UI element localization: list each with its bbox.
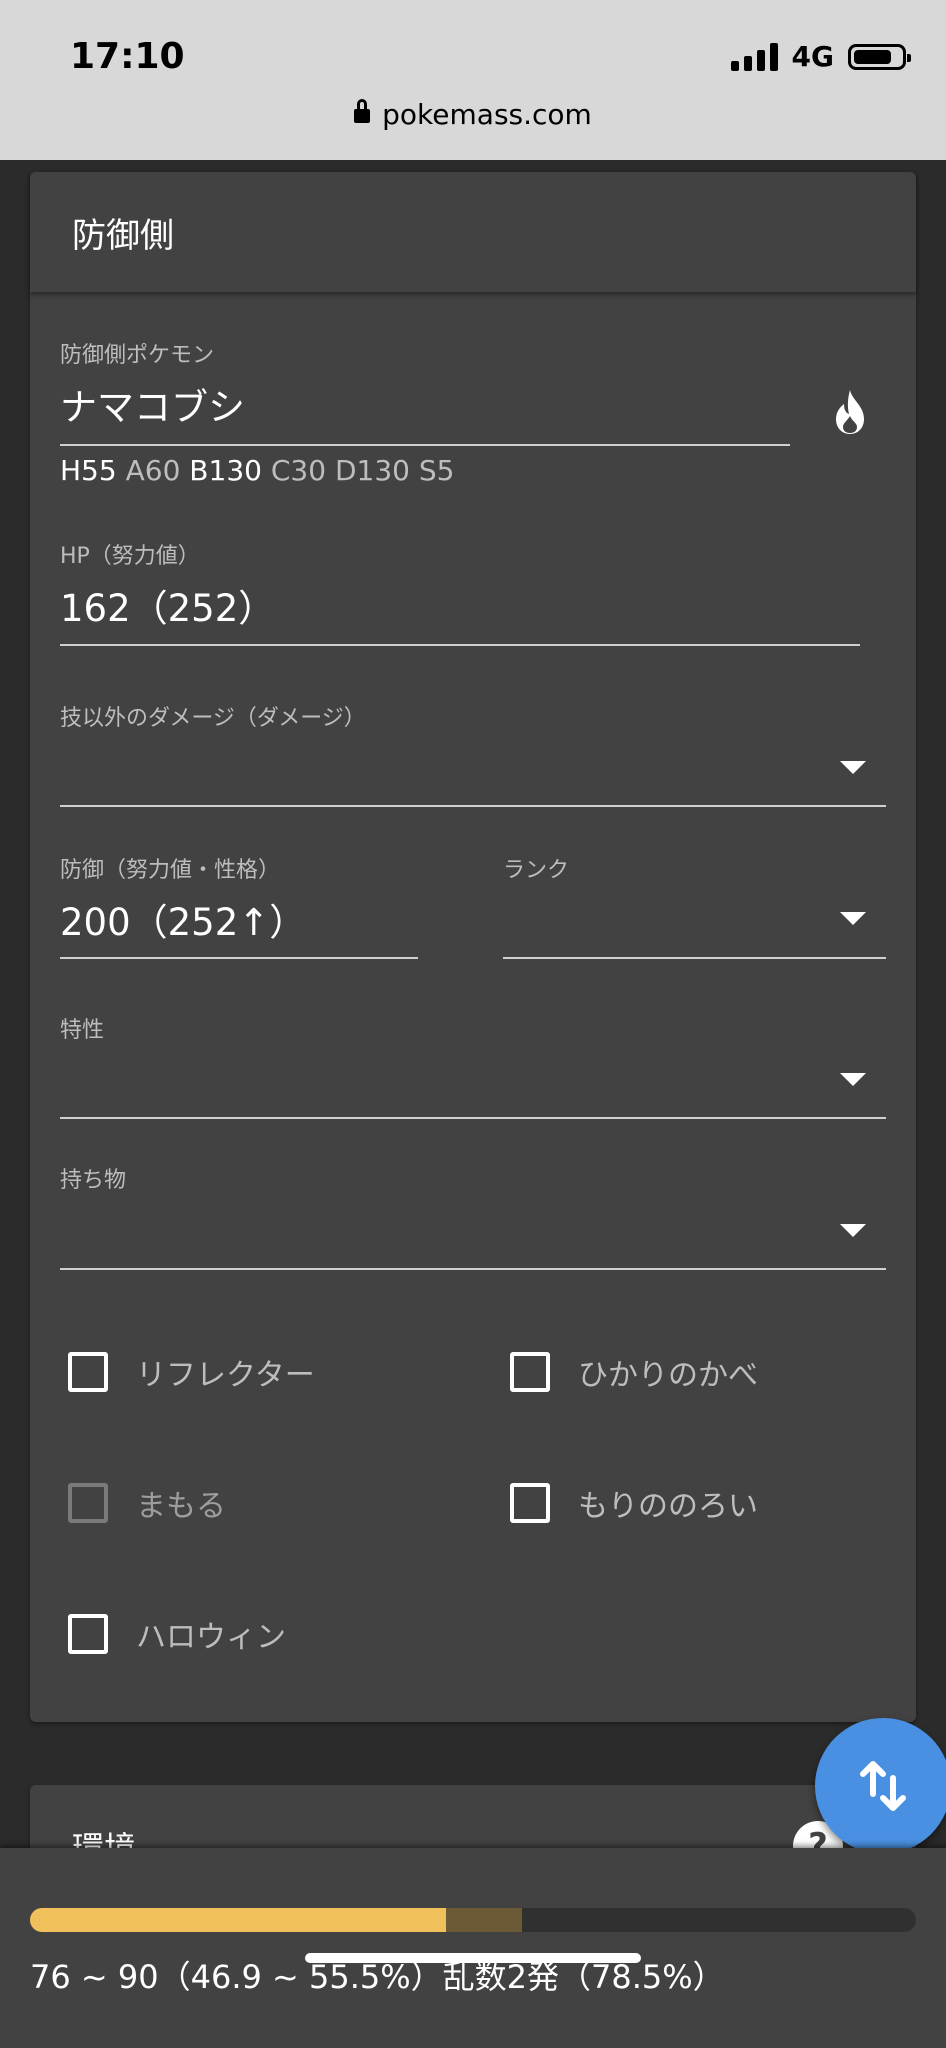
stat-c: C30	[270, 454, 327, 487]
rank-label: ランク	[503, 858, 570, 883]
rank-underline	[503, 957, 886, 959]
stat-h: H55	[60, 454, 117, 487]
chevron-down-icon[interactable]	[840, 761, 866, 774]
checkbox-label: リフレクター	[136, 1358, 315, 1393]
checkbox-label: もりののろい	[578, 1489, 758, 1524]
item-select[interactable]: 持ち物	[60, 1162, 886, 1246]
damage-bar	[30, 1908, 916, 1932]
other-damage-label: 技以外のダメージ（ダメージ）	[60, 706, 366, 731]
stat-d: D130	[334, 454, 410, 487]
hp-value: 162（252）	[60, 587, 276, 630]
checkbox-light-screen[interactable]: ひかりのかべ	[510, 1350, 758, 1394]
hp-field[interactable]: HP（努力値） 162（252）	[60, 538, 860, 632]
status-icons: 4G	[730, 40, 911, 73]
defense-field[interactable]: 防御（努力値・性格） 200（252↑）	[60, 852, 420, 946]
checkbox-square[interactable]	[510, 1483, 550, 1523]
item-underline	[60, 1268, 886, 1270]
checkbox-protect: まもる	[68, 1481, 226, 1525]
ability-value	[60, 1052, 886, 1096]
base-stats: H55 A60 B130 C30 D130 S5	[60, 454, 454, 487]
checkbox-reflect[interactable]: リフレクター	[68, 1350, 315, 1394]
pokemon-value: ナマコブシ	[60, 386, 245, 429]
damage-bar-min	[30, 1908, 446, 1932]
defender-card: 防御側 防御側ポケモン ナマコブシ H55 A60 B130 C30 D130 …	[30, 172, 916, 1722]
defense-underline	[60, 957, 418, 959]
battery-icon	[848, 43, 911, 70]
ability-label: 特性	[60, 1018, 105, 1043]
chevron-down-icon[interactable]	[840, 1224, 866, 1237]
rank-select[interactable]: ランク	[503, 852, 886, 936]
checkbox-label: まもる	[136, 1489, 226, 1524]
pokemon-label: 防御側ポケモン	[60, 343, 215, 368]
checkbox-label: ハロウィン	[136, 1620, 286, 1655]
item-value	[60, 1202, 886, 1246]
stat-s: S5	[418, 454, 455, 487]
url-text: pokemass.com	[382, 98, 592, 131]
defense-value: 200（252↑）	[60, 901, 307, 944]
pokemon-underline	[60, 444, 790, 446]
checkbox-forests-curse[interactable]: もりののろい	[510, 1481, 758, 1525]
defense-label: 防御（努力値・性格）	[60, 858, 281, 883]
chevron-down-icon[interactable]	[840, 912, 866, 925]
card-title: 防御側	[30, 172, 916, 292]
fire-icon[interactable]	[830, 388, 870, 436]
swap-vertical-icon	[860, 1761, 906, 1811]
checkbox-square[interactable]	[510, 1352, 550, 1392]
status-bar: 17:10 4G pokemass.com	[0, 0, 946, 160]
chevron-down-icon[interactable]	[840, 1073, 866, 1086]
stat-a: A60	[125, 454, 181, 487]
other-damage-underline	[60, 805, 886, 807]
rank-value	[503, 892, 886, 936]
network-type: 4G	[791, 40, 834, 73]
checkbox-halloween[interactable]: ハロウィン	[68, 1612, 286, 1656]
hp-label: HP（努力値）	[60, 544, 200, 569]
stat-b: B130	[189, 454, 262, 487]
lock-icon	[354, 98, 371, 124]
other-damage-select[interactable]: 技以外のダメージ（ダメージ）	[60, 700, 916, 784]
signal-icon	[730, 42, 778, 71]
checkbox-square[interactable]	[68, 1352, 108, 1392]
damage-result-panel: 76 ~ 90（46.9 ~ 55.5%）乱数2発（78.5%）	[0, 1848, 946, 2048]
pokemon-field[interactable]: 防御側ポケモン ナマコブシ	[60, 337, 820, 429]
checkbox-square[interactable]	[68, 1614, 108, 1654]
checkbox-square	[68, 1483, 108, 1523]
swap-button[interactable]	[815, 1718, 946, 1854]
home-indicator[interactable]	[305, 1953, 641, 1963]
item-label: 持ち物	[60, 1168, 127, 1193]
checkbox-label: ひかりのかべ	[578, 1358, 758, 1393]
other-damage-value	[60, 740, 916, 784]
clock: 17:10	[70, 36, 185, 77]
hp-underline	[60, 644, 860, 646]
ability-underline	[60, 1117, 886, 1119]
address-bar[interactable]: pokemass.com	[0, 98, 946, 131]
ability-select[interactable]: 特性	[60, 1012, 886, 1096]
